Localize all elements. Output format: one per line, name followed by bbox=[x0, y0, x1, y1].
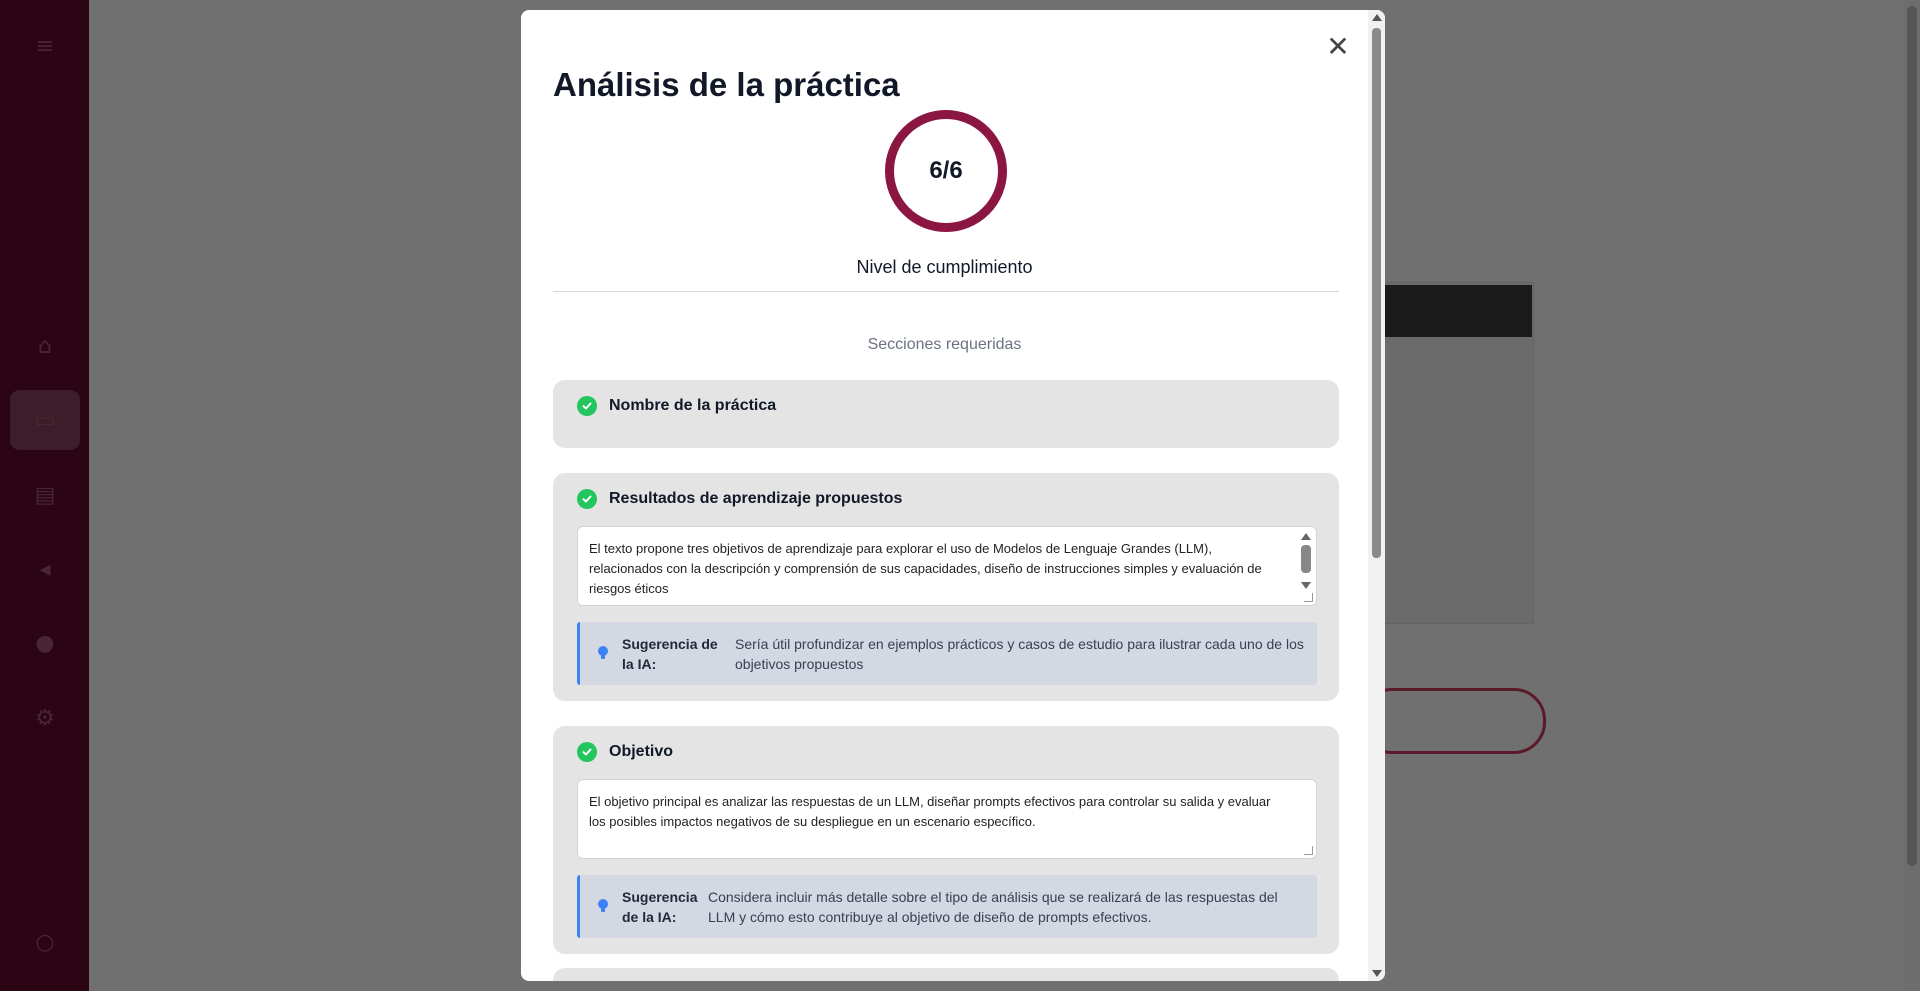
textarea-scrollbar[interactable] bbox=[1299, 531, 1313, 589]
section-title: Objetivo bbox=[609, 743, 674, 760]
bg-document-button bbox=[1360, 688, 1546, 754]
scroll-down-icon[interactable] bbox=[1372, 970, 1382, 977]
resize-handle[interactable] bbox=[1304, 593, 1313, 602]
user-icon[interactable]: ○ bbox=[29, 926, 61, 958]
check-circle-icon bbox=[577, 396, 597, 416]
screen-icon[interactable]: ▭ bbox=[29, 404, 61, 436]
bg-preview-toolbar bbox=[1370, 285, 1532, 337]
chat-icon[interactable]: ● bbox=[29, 627, 61, 659]
app-sidebar: ≡ ⌂ ▭ ▤ ◂ ● ⚙ ○ bbox=[0, 0, 89, 991]
score-label: Nivel de cumplimiento bbox=[856, 257, 1033, 277]
page-scrollbar-thumb[interactable] bbox=[1907, 6, 1917, 866]
menu-icon[interactable]: ≡ bbox=[29, 30, 61, 62]
section-card: Resultados de aprendizaje propuestos El … bbox=[553, 473, 1339, 701]
sections-heading: Secciones requeridas bbox=[867, 336, 1022, 353]
check-circle-icon bbox=[577, 489, 597, 509]
section-content: El objetivo principal es analizar las re… bbox=[589, 794, 1271, 829]
section-content-textarea[interactable]: El objetivo principal es analizar las re… bbox=[577, 779, 1317, 859]
divider bbox=[553, 291, 1339, 292]
section-card: Objetivo El objetivo principal es analiz… bbox=[553, 726, 1339, 954]
page-scrollbar[interactable] bbox=[1903, 0, 1920, 991]
section-title: Resultados de aprendizaje propuestos bbox=[609, 490, 903, 507]
section-card: Nombre de la práctica bbox=[553, 380, 1339, 448]
section-content-textarea[interactable]: El texto propone tres objetivos de apren… bbox=[577, 526, 1317, 606]
suggestion-text: Sería útil profundizar en ejemplos práct… bbox=[735, 636, 1304, 672]
modal-title: Análisis de la práctica bbox=[553, 66, 900, 103]
suggestion-text: Considera incluir más detalle sobre el t… bbox=[708, 889, 1278, 925]
resize-handle[interactable] bbox=[1304, 846, 1313, 855]
document-icon[interactable]: ▤ bbox=[29, 479, 61, 511]
suggestion-label: Sugerencia de la IA: bbox=[622, 889, 698, 925]
section-card bbox=[553, 968, 1339, 981]
modal-scrollbar-thumb[interactable] bbox=[1372, 28, 1381, 558]
megaphone-icon[interactable]: ◂ bbox=[29, 553, 61, 585]
check-circle-icon bbox=[577, 742, 597, 762]
analysis-modal: ✕ Análisis de la práctica 6/6 Nivel de c… bbox=[521, 10, 1385, 981]
score-value: 6/6 bbox=[929, 157, 963, 184]
ai-suggestion: Sugerencia de la IA: Considera incluir m… bbox=[577, 875, 1317, 938]
ai-suggestion: Sugerencia de la IA: Sería útil profundi… bbox=[577, 622, 1317, 685]
section-content: El texto propone tres objetivos de apren… bbox=[589, 541, 1262, 596]
home-icon[interactable]: ⌂ bbox=[29, 330, 61, 362]
suggestion-label: Sugerencia de la IA: bbox=[622, 636, 718, 672]
section-title: Nombre de la práctica bbox=[609, 397, 777, 414]
modal-content: ✕ Análisis de la práctica 6/6 Nivel de c… bbox=[521, 10, 1368, 981]
scroll-up-icon[interactable] bbox=[1372, 14, 1382, 21]
score-ring: 6/6 bbox=[885, 110, 1007, 232]
settings-icon[interactable]: ⚙ bbox=[29, 702, 61, 734]
modal-scrollbar[interactable] bbox=[1368, 10, 1385, 981]
close-icon[interactable]: ✕ bbox=[1324, 30, 1352, 63]
lightbulb-icon bbox=[598, 899, 608, 912]
lightbulb-icon bbox=[598, 646, 608, 659]
